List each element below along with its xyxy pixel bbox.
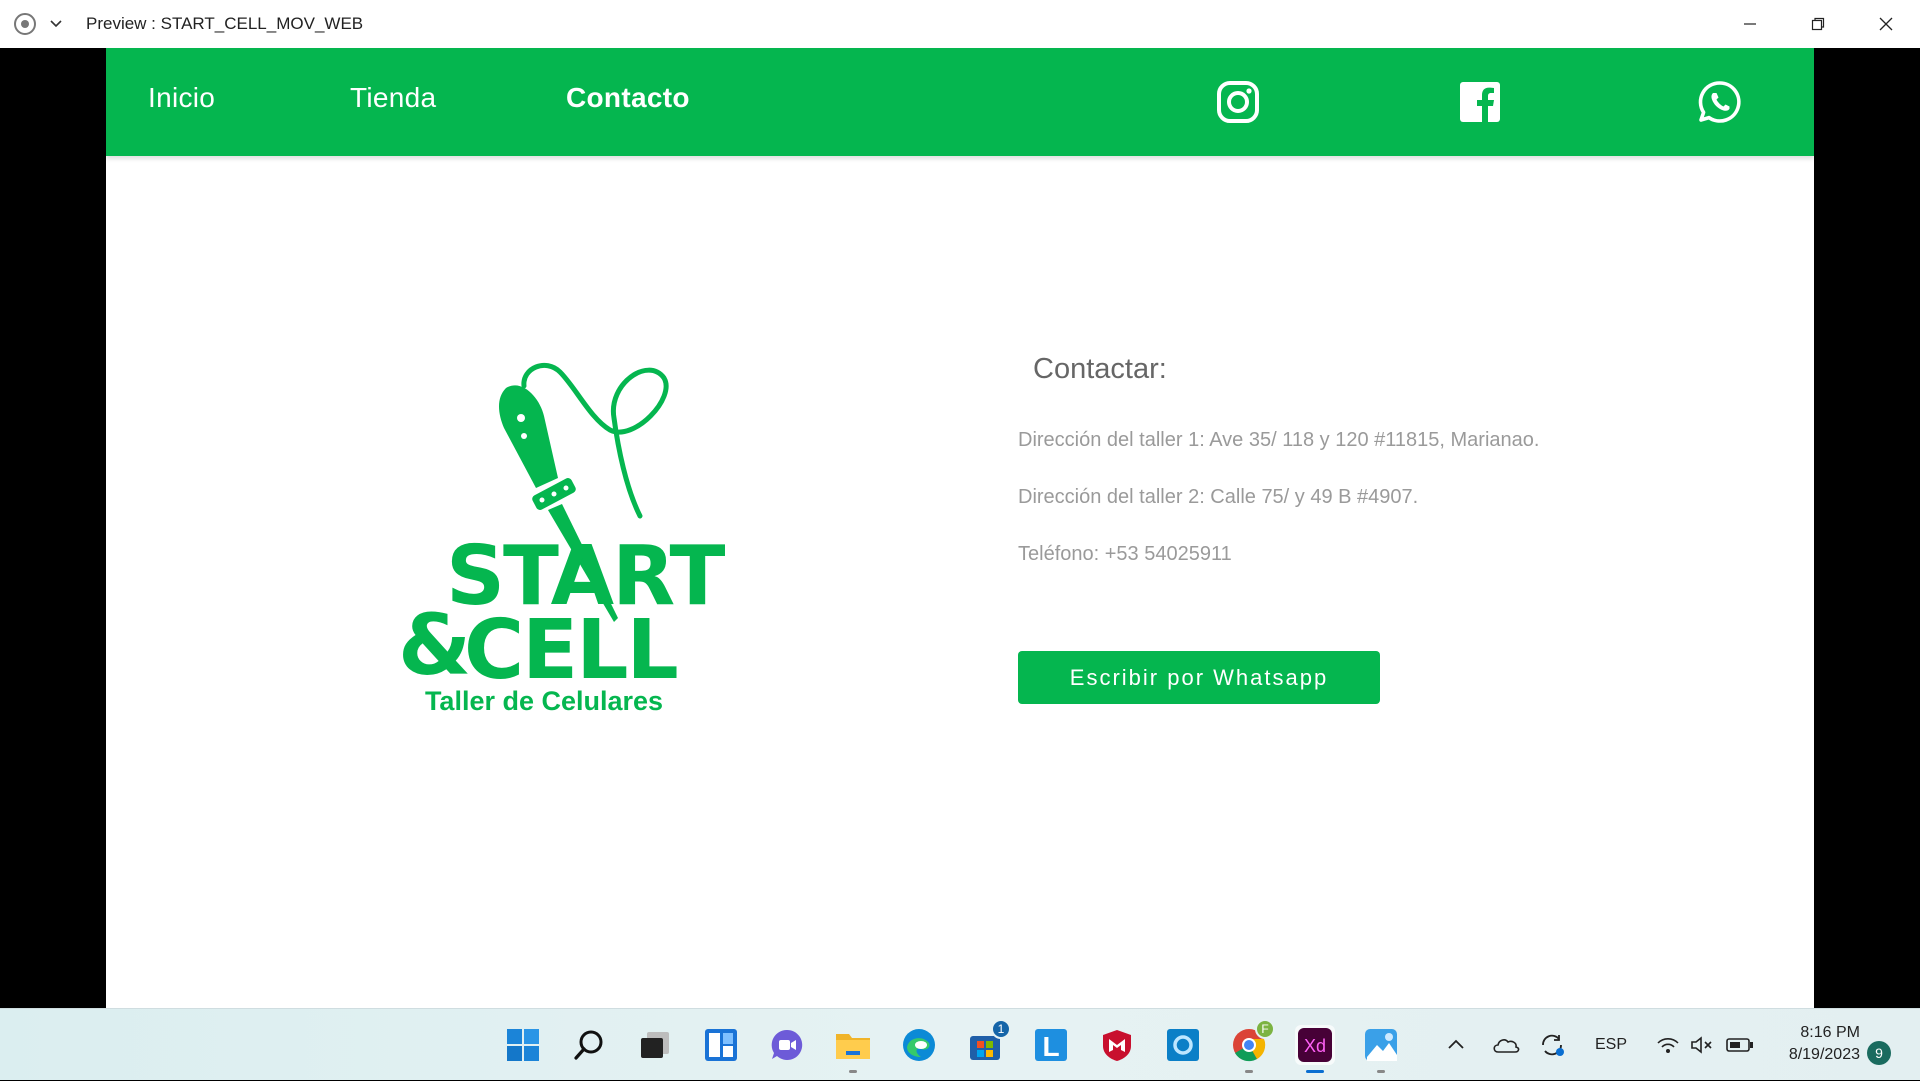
restore-button[interactable] (1784, 0, 1852, 48)
cortana-icon[interactable] (1163, 1025, 1203, 1065)
task-view-icon[interactable] (635, 1025, 675, 1065)
minimize-button[interactable] (1716, 0, 1784, 48)
mcafee-icon[interactable] (1097, 1025, 1137, 1065)
restore-icon (1811, 17, 1825, 31)
sync-icon[interactable] (1540, 1009, 1566, 1081)
onedrive-icon[interactable] (1492, 1009, 1520, 1081)
widgets-icon[interactable] (701, 1025, 741, 1065)
clock-time: 8:16 PM (1800, 1024, 1860, 1041)
svg-text:L: L (1042, 1031, 1059, 1062)
close-icon (1879, 17, 1893, 31)
photos-icon[interactable] (1361, 1025, 1401, 1073)
whatsapp-icon[interactable] (1698, 80, 1742, 124)
start-cell-logo: START & CELL Taller de Celulares (398, 363, 728, 716)
nav-link-inicio[interactable]: Inicio (148, 82, 215, 114)
close-button[interactable] (1852, 0, 1920, 48)
l-app-icon[interactable]: L (1031, 1025, 1071, 1065)
battery-icon[interactable] (1726, 1009, 1754, 1081)
address-2: Dirección del taller 2: Calle 75/ y 49 B… (1018, 486, 1419, 508)
address-1: Dirección del taller 1: Ave 35/ 118 y 12… (1018, 429, 1540, 451)
preview-viewport: Inicio Tienda Contacto START & CELL Tall… (106, 48, 1814, 1008)
logo-cell-text: CELL (464, 603, 677, 698)
svg-text:Xd: Xd (1304, 1036, 1326, 1056)
teams-chat-icon[interactable] (767, 1025, 807, 1065)
preview-record-icon[interactable] (14, 13, 36, 35)
nav-link-contacto[interactable]: Contacto (566, 82, 690, 114)
site-navbar: Inicio Tienda Contacto (106, 48, 1814, 156)
file-explorer-icon[interactable] (833, 1025, 873, 1073)
chevron-up-icon (1448, 1039, 1464, 1049)
phone-number: Teléfono: +53 54025911 (1018, 543, 1232, 565)
minimize-icon (1744, 23, 1756, 25)
adobe-xd-icon[interactable]: Xd (1295, 1025, 1335, 1073)
wifi-icon[interactable] (1656, 1009, 1680, 1081)
microsoft-store-icon[interactable]: 1 (965, 1019, 1011, 1065)
chrome-icon[interactable]: F (1229, 1019, 1275, 1073)
window-title: Preview : START_CELL_MOV_WEB (86, 14, 364, 33)
start-icon[interactable] (503, 1025, 543, 1065)
logo-amp-text: & (398, 596, 471, 694)
volume-muted-icon[interactable] (1690, 1009, 1716, 1081)
language-indicator[interactable]: ESP (1595, 1009, 1627, 1081)
nav-link-tienda[interactable]: Tienda (350, 82, 436, 114)
tray-overflow-chevron[interactable] (1446, 1009, 1466, 1081)
store-badge: 1 (991, 1019, 1011, 1039)
clock-date: 8/19/2023 (1788, 1046, 1860, 1063)
window-titlebar: Preview : START_CELL_MOV_WEB (0, 0, 1920, 48)
contact-heading: Contactar: (1033, 353, 1167, 385)
chrome-profile-badge: F (1255, 1019, 1275, 1039)
edge-icon[interactable] (899, 1025, 939, 1065)
system-clock[interactable]: 8:16 PM 8/19/2023 (1770, 1022, 1860, 1066)
windows-taskbar: 1 L F Xd ESP 8:16 PM 8/19/2023 9 (0, 1008, 1920, 1080)
chevron-down-icon[interactable] (46, 14, 66, 34)
instagram-icon[interactable] (1216, 80, 1260, 124)
search-icon[interactable] (569, 1025, 609, 1065)
facebook-icon[interactable] (1458, 80, 1502, 124)
notification-count-badge[interactable]: 9 (1867, 1041, 1891, 1065)
whatsapp-button[interactable]: Escribir por Whatsapp (1018, 651, 1380, 704)
logo-tagline: Taller de Celulares (425, 686, 663, 716)
